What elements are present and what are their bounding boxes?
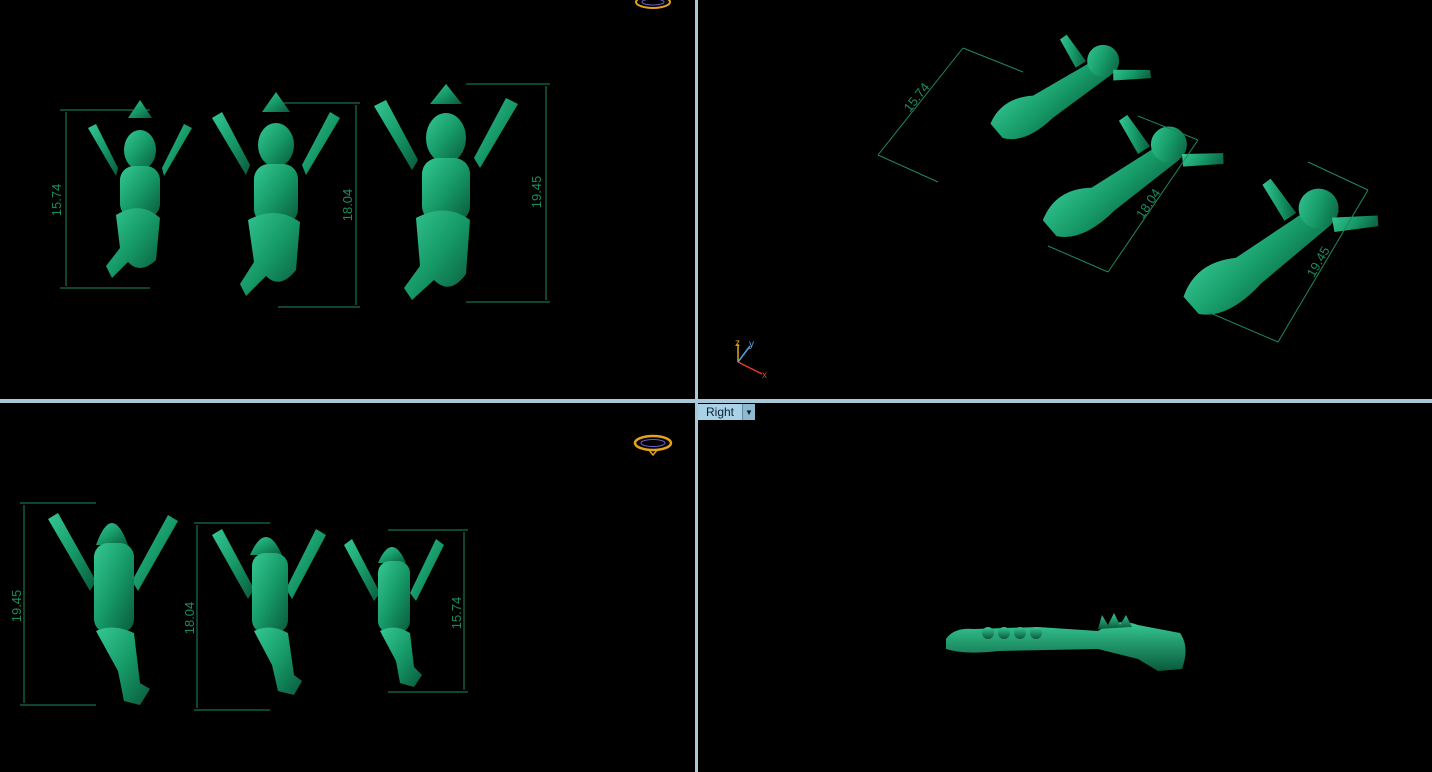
viewport-divider-horizontal[interactable] xyxy=(0,399,1432,403)
svg-text:x: x xyxy=(762,370,767,381)
svg-text:y: y xyxy=(749,339,754,350)
dropdown-arrow-icon[interactable]: ▼ xyxy=(742,404,756,420)
dimension-label: 19.45 xyxy=(9,590,24,623)
figure-medium[interactable] xyxy=(212,529,326,695)
figure-large[interactable] xyxy=(1154,144,1386,325)
viewport-title-tab[interactable]: Right ▼ xyxy=(698,404,756,420)
axis-triad-icon: x z y xyxy=(735,338,767,381)
figure-large[interactable] xyxy=(374,84,518,300)
dimension-label: 18.04 xyxy=(182,602,197,635)
front-view-canvas: 15.74 18.04 19.45 xyxy=(49,0,671,308)
dimension-label: 15.74 xyxy=(449,597,464,630)
figure-small[interactable] xyxy=(88,100,192,278)
svg-text:z: z xyxy=(735,338,740,349)
viewport-divider-vertical[interactable] xyxy=(695,0,698,772)
dimension-label: 18.04 xyxy=(340,189,355,222)
viewport-back[interactable]: 19.45 18.04 15.74 xyxy=(0,403,696,772)
figure-medium[interactable] xyxy=(212,92,340,296)
dimension-label: 19.45 xyxy=(529,176,544,209)
back-view-canvas: 19.45 18.04 15.74 xyxy=(9,434,673,711)
viewport-front[interactable]: 15.74 18.04 19.45 xyxy=(0,0,696,400)
dimension-label: 19.45 xyxy=(1303,244,1332,280)
dimension-label: 15.74 xyxy=(901,80,933,115)
viewport-right[interactable] xyxy=(698,403,1432,772)
right-view-canvas xyxy=(946,613,1186,671)
gumball-icon[interactable] xyxy=(635,0,671,9)
gumball-icon[interactable] xyxy=(633,434,673,457)
viewport-title[interactable]: Right xyxy=(698,404,743,420)
figure-small[interactable] xyxy=(344,539,444,687)
viewport-perspective[interactable]: 15.74 18.04 19.45 x z y xyxy=(698,0,1432,400)
perspective-view-canvas: 15.74 18.04 19.45 x z y xyxy=(735,34,1386,381)
dimension-label: 15.74 xyxy=(49,184,64,217)
figure-side-profile[interactable] xyxy=(946,613,1186,671)
figure-large[interactable] xyxy=(48,513,178,705)
